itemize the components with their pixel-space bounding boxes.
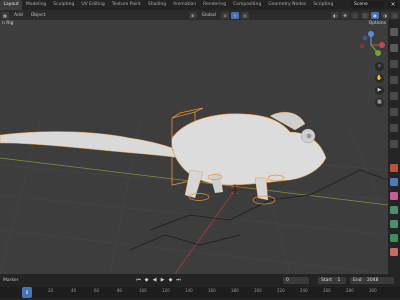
tick-label: 20 [48, 288, 54, 293]
snap-icon[interactable]: ∩ [231, 11, 239, 19]
chameleon-model[interactable] [0, 111, 327, 201]
orientation-icon[interactable]: ⊕ [188, 11, 197, 19]
tick-label: 220 [277, 288, 285, 293]
collection-icon[interactable] [390, 124, 398, 132]
current-frame-field[interactable]: 0 [283, 277, 309, 284]
visibility-icon[interactable]: ◐ [331, 11, 339, 19]
object-label: n Rig [2, 21, 14, 26]
3d-viewport[interactable] [0, 20, 388, 274]
tool-icon[interactable] [390, 28, 398, 36]
timeline-editor: Marker ⏮ ◆ ◀ ▶ ◆ ⏭ 0 Start 1 End 2048 0 … [0, 274, 400, 300]
xray-icon[interactable]: ▢ [361, 11, 369, 19]
physics-icon[interactable] [390, 206, 398, 214]
tick-label: 100 [139, 288, 147, 293]
gizmo-icon[interactable]: ✥ [341, 11, 349, 19]
tick-label: 280 [346, 288, 354, 293]
material-icon[interactable] [390, 248, 398, 256]
tab-modeling[interactable]: Modeling [22, 0, 49, 10]
playhead[interactable]: 0 [22, 287, 32, 298]
render-icon[interactable] [390, 44, 398, 52]
output-icon[interactable] [390, 60, 398, 68]
tick-label: 80 [117, 288, 123, 293]
transform-orientation[interactable]: Global [198, 13, 220, 18]
tick-label: 160 [208, 288, 216, 293]
transform-controls: ⊕ Global ⊙ ∩ ◎ [188, 11, 250, 19]
axis-gizmo-icon[interactable] [356, 30, 386, 60]
workspace-tabs-bar: Layout Modeling Sculpting UV Editing Tex… [0, 0, 400, 10]
modifier-icon[interactable] [390, 178, 398, 186]
tab-layout[interactable]: Layout [0, 0, 23, 10]
rendered-shading-icon[interactable]: ○ [391, 11, 399, 19]
end-frame-field[interactable]: End 2048 [350, 277, 394, 284]
menu-object[interactable]: Object [27, 13, 50, 18]
tick-label: 60 [94, 288, 100, 293]
pivot-icon[interactable]: ⊙ [221, 11, 229, 19]
options-dropdown[interactable]: Options [369, 21, 386, 26]
view-layer-icon[interactable] [390, 76, 398, 84]
close-icon[interactable]: × [388, 1, 398, 8]
pan-hand-icon[interactable]: ✋ [375, 74, 384, 83]
tick-label: 120 [162, 288, 170, 293]
jump-end-icon[interactable]: ⏭ [175, 277, 182, 284]
tick-label: 40 [71, 288, 77, 293]
constraints-icon[interactable] [390, 220, 398, 228]
tick-label: 300 [369, 288, 377, 293]
prev-keyframe-icon[interactable]: ◆ [143, 277, 150, 284]
tick-label: 140 [185, 288, 193, 293]
timeline-ruler[interactable]: 0 20 40 60 80 100 120 140 160 180 200 22… [0, 287, 400, 298]
world-icon[interactable] [390, 108, 398, 116]
material-shading-icon[interactable]: ◑ [381, 11, 389, 19]
tab-uv-editing[interactable]: UV Editing [78, 0, 108, 10]
tab-animation[interactable]: Animation [170, 0, 200, 10]
proportional-icon[interactable]: ◎ [241, 11, 249, 19]
object-icon[interactable] [390, 140, 398, 148]
next-keyframe-icon[interactable]: ◆ [167, 277, 174, 284]
tab-rendering[interactable]: Rendering [200, 0, 230, 10]
viewport-header: ▦ Add Object ⊕ Global ⊙ ∩ ◎ ◐ ✥ ◌ ▢ ● ◑ … [0, 10, 400, 20]
object-properties-icon[interactable] [390, 164, 398, 172]
tick-label: 180 [231, 288, 239, 293]
perspective-grid-icon[interactable]: ▦ [375, 98, 384, 107]
tab-compositing[interactable]: Compositing [230, 0, 265, 10]
viewport-scene [0, 107, 388, 274]
scene-selector[interactable]: Scene [351, 1, 384, 8]
tab-shading[interactable]: Shading [144, 0, 169, 10]
end-value: 2048 [367, 278, 379, 283]
properties-strip [388, 20, 400, 274]
tab-sculpting[interactable]: Sculpting [50, 0, 78, 10]
zoom-icon[interactable]: ⌕ [375, 62, 384, 71]
end-label: End [353, 278, 362, 283]
scene-icon[interactable] [390, 92, 398, 100]
play-icon[interactable]: ▶ [159, 277, 166, 284]
particles-icon[interactable] [390, 192, 398, 200]
tick-label: 200 [254, 288, 262, 293]
marker-menu[interactable]: Marker [0, 278, 22, 283]
y-axis-line [174, 189, 236, 274]
start-frame-field[interactable]: Start 1 [318, 277, 346, 284]
start-label: Start [321, 278, 332, 283]
ground-curve-2 [129, 234, 241, 251]
play-reverse-icon[interactable]: ◀ [151, 277, 158, 284]
tab-scripting[interactable]: Scripting [310, 0, 337, 10]
editor-type-icon[interactable]: ▦ [1, 11, 9, 19]
tab-texture-paint[interactable]: Texture Paint [108, 0, 144, 10]
camera-icon[interactable]: ▶ [375, 86, 384, 95]
viewport-shading-controls: ◐ ✥ ◌ ▢ ● ◑ ○ [330, 11, 400, 19]
menu-add[interactable]: Add [10, 13, 27, 18]
tick-label: 260 [323, 288, 331, 293]
navigation-gizmo[interactable] [356, 30, 386, 60]
jump-start-icon[interactable]: ⏮ [135, 277, 142, 284]
start-value: 1 [337, 278, 341, 283]
tick-label: 240 [300, 288, 308, 293]
data-icon[interactable] [390, 234, 398, 242]
overlay-icon[interactable]: ◌ [351, 11, 359, 19]
tab-geometry-nodes[interactable]: Geometry Nodes [265, 0, 310, 10]
solid-shading-icon[interactable]: ● [371, 11, 379, 19]
